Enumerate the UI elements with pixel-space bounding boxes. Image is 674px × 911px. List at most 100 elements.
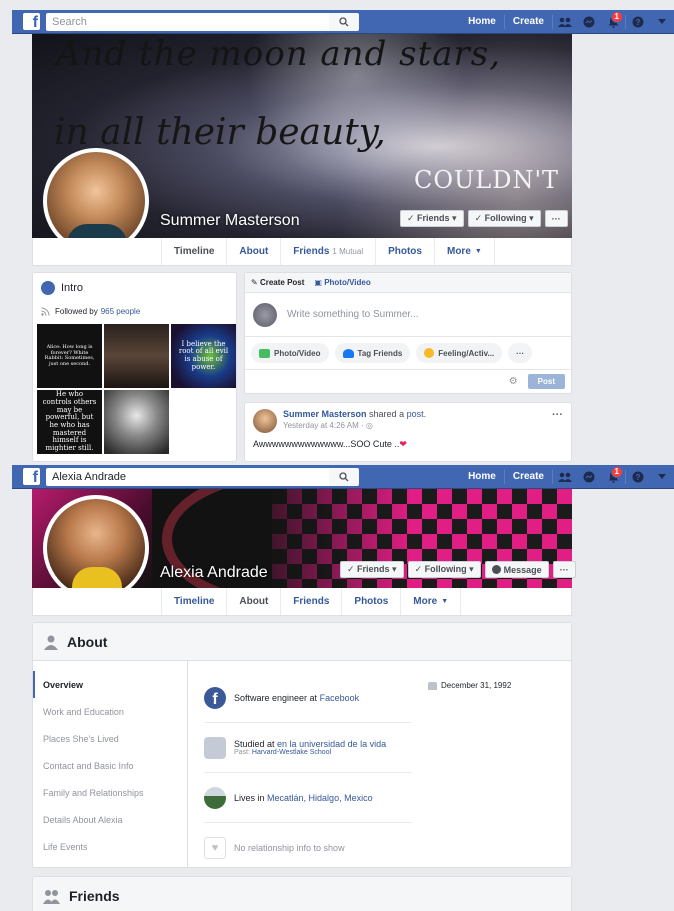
tag-friends-button[interactable]: Tag Friends — [334, 343, 411, 363]
create-post-tab[interactable]: ✎ Create Post — [251, 278, 304, 287]
messenger-icon[interactable] — [577, 471, 601, 483]
profile-name[interactable]: Alexia Andrade — [160, 564, 268, 582]
message-button[interactable]: Message — [484, 561, 549, 578]
tab-more[interactable]: More ▼ — [401, 588, 462, 615]
help-icon[interactable]: ? — [626, 471, 650, 483]
notifications-icon[interactable]: 1 — [601, 465, 625, 483]
search-input[interactable]: Alexia Andrade — [46, 467, 329, 486]
tab-about[interactable]: About — [227, 588, 282, 615]
tab-friends[interactable]: Friends — [281, 588, 343, 615]
education-row: Studied at en la universidad de la vida … — [204, 723, 412, 773]
about-nav-overview[interactable]: Overview — [33, 671, 187, 698]
chevron-down-icon[interactable] — [650, 474, 674, 479]
intro-photo[interactable]: I believe the root of all evil is abuse … — [171, 324, 236, 388]
feeling-activity-button[interactable]: Feeling/Activ... — [416, 343, 503, 363]
search-input[interactable]: Search — [46, 12, 329, 31]
school-link[interactable]: en la universidad de la vida — [277, 739, 386, 749]
more-options-button[interactable]: ··· — [544, 210, 568, 227]
about-nav-work-education[interactable]: Work and Education — [33, 698, 187, 725]
feed-post: Summer Masterson shared a post. Yesterda… — [244, 402, 572, 462]
tab-label: Timeline — [174, 596, 215, 607]
home-link[interactable]: Home — [460, 471, 504, 482]
work-row: f Software engineer at Facebook — [204, 673, 412, 723]
intro-photo[interactable]: He who controls others may be powerful, … — [37, 390, 102, 454]
composer-input-row[interactable]: Write something to Summer... — [245, 293, 571, 337]
search-button[interactable] — [329, 467, 359, 486]
top-navigation-bar: f Alexia Andrade Home Create 1 ? — [12, 465, 674, 489]
tab-photos[interactable]: Photos — [376, 238, 435, 265]
facebook-logo-icon[interactable]: f — [23, 468, 40, 485]
friends-title[interactable]: Friends — [69, 888, 120, 904]
composer-actions: Photo/Video Tag Friends Feeling/Activ...… — [245, 337, 571, 370]
profile-name[interactable]: Summer Masterson — [160, 212, 300, 230]
cover-buttons: ✓ Friends ▾ ✓ Following ▾ ··· — [400, 210, 568, 227]
tab-about[interactable]: About — [227, 238, 282, 265]
tab-friends[interactable]: Friends 1 Mutual — [281, 238, 377, 265]
audience-icon[interactable]: ◎ — [366, 421, 373, 430]
friend-requests-icon[interactable] — [553, 472, 577, 482]
notification-count-badge: 1 — [610, 465, 623, 478]
button-label: Feeling/Activ... — [438, 348, 495, 358]
past-prefix: Past: — [234, 749, 250, 756]
tab-label: Photos — [388, 246, 422, 257]
friends-button[interactable]: ✓ Friends ▾ — [400, 210, 464, 227]
intro-photo[interactable]: Alice: How long is forever? White Rabbit… — [37, 324, 102, 388]
intro-title: Intro — [61, 282, 84, 294]
caret-down-icon: ▼ — [441, 598, 449, 605]
following-button[interactable]: ✓ Following ▾ — [467, 210, 541, 227]
intro-header: Intro — [33, 273, 236, 303]
tab-label: More — [446, 246, 471, 257]
photo-video-button[interactable]: Photo/Video — [251, 343, 329, 363]
facebook-logo-icon[interactable]: f — [23, 13, 40, 30]
intro-photo[interactable] — [104, 324, 169, 388]
search-icon — [339, 16, 349, 26]
intro-photos-grid: Alice: How long is forever? White Rabbit… — [33, 320, 236, 458]
button-label: Photo/Video — [274, 348, 321, 358]
cover-quote-line-2: in all their beauty, — [54, 112, 386, 153]
post-options-button[interactable]: ··· — [552, 409, 563, 433]
tab-timeline[interactable]: Timeline — [161, 238, 228, 265]
more-actions-button[interactable]: ··· — [508, 343, 533, 363]
post-author-link[interactable]: Summer Masterson — [283, 409, 367, 419]
friends-button[interactable]: ✓ Friends ▾ — [340, 561, 404, 578]
followers-link[interactable]: 965 people — [101, 307, 141, 316]
intro-photo[interactable] — [104, 390, 169, 454]
friend-requests-icon[interactable] — [553, 17, 577, 27]
chevron-down-icon[interactable] — [650, 19, 674, 24]
help-icon[interactable]: ? — [626, 16, 650, 28]
create-link[interactable]: Create — [505, 471, 552, 482]
location-row: Lives in Mecatlán, Hidalgo, Mexico — [204, 773, 412, 823]
tab-more[interactable]: More ▼ — [435, 238, 495, 265]
past-school-link[interactable]: Harvard-Westlake School — [252, 749, 331, 756]
about-sidebar: Overview Work and Education Places She's… — [33, 661, 188, 868]
location-link[interactable]: Mecatlán, Hidalgo, Mexico — [267, 793, 373, 803]
following-button[interactable]: ✓ Following ▾ — [407, 561, 481, 578]
notifications-icon[interactable]: 1 — [601, 10, 625, 28]
mutual-friends-count: 1 Mutual — [332, 247, 364, 256]
caret-down-icon: ▼ — [474, 248, 482, 255]
more-options-button[interactable]: ··· — [552, 561, 576, 578]
shared-post-link[interactable]: post. — [407, 409, 427, 419]
home-link[interactable]: Home — [460, 16, 504, 27]
profile-picture[interactable] — [43, 495, 149, 601]
post-timestamp[interactable]: Yesterday at 4:26 AM · — [283, 421, 366, 430]
photo-icon — [259, 348, 270, 358]
employer-link[interactable]: Facebook — [320, 693, 360, 703]
settings-gear-icon[interactable]: ⚙ — [509, 376, 518, 387]
photo-video-tab[interactable]: ▣ Photo/Video — [314, 278, 370, 287]
about-nav-life-events[interactable]: Life Events — [33, 833, 187, 860]
search-button[interactable] — [329, 12, 359, 31]
author-avatar[interactable] — [253, 409, 277, 433]
post-button[interactable]: Post — [527, 374, 565, 389]
about-nav-contact-info[interactable]: Contact and Basic Info — [33, 752, 187, 779]
about-nav-details[interactable]: Details About Alexia — [33, 806, 187, 833]
about-nav-places-lived[interactable]: Places She's Lived — [33, 725, 187, 752]
rss-icon — [41, 307, 50, 316]
tab-photos[interactable]: Photos — [342, 588, 402, 615]
cover-quote-line-1: And the moon and stars, — [56, 34, 502, 74]
create-link[interactable]: Create — [505, 16, 552, 27]
composer-placeholder[interactable]: Write something to Summer... — [287, 309, 419, 320]
tab-timeline[interactable]: Timeline — [161, 588, 228, 615]
about-nav-family-relationships[interactable]: Family and Relationships — [33, 779, 187, 806]
messenger-icon[interactable] — [577, 16, 601, 28]
